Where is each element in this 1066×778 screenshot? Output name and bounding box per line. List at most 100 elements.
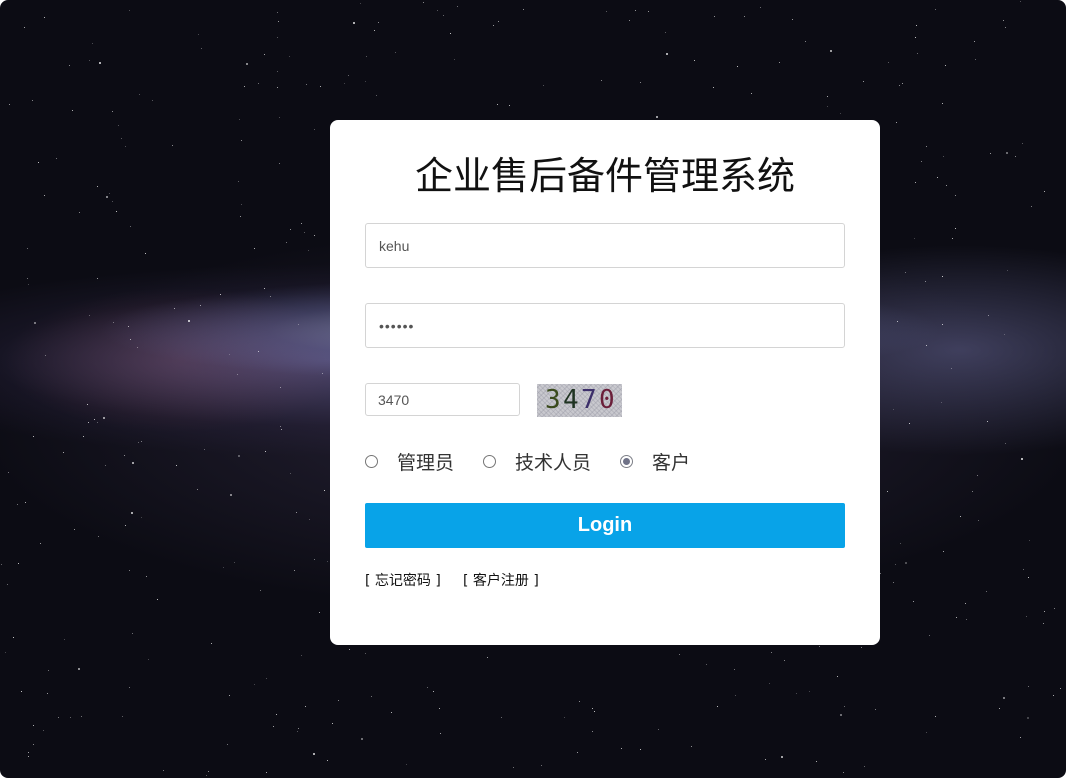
star	[942, 276, 943, 277]
star	[837, 676, 838, 677]
star	[926, 345, 927, 346]
star	[306, 84, 307, 85]
star	[40, 543, 41, 544]
star	[771, 652, 772, 653]
customer-register-link[interactable]: [ 客户注册 ]	[463, 570, 539, 590]
star	[902, 83, 903, 84]
star	[200, 305, 201, 306]
star	[914, 238, 915, 239]
star	[319, 612, 320, 613]
star	[28, 756, 29, 757]
star	[47, 693, 48, 694]
star	[349, 649, 350, 650]
star	[332, 723, 333, 724]
star	[145, 253, 146, 254]
star	[87, 404, 88, 405]
role-radio-admin[interactable]	[365, 454, 378, 468]
star	[513, 767, 514, 768]
star	[280, 426, 281, 427]
star	[840, 113, 841, 114]
star	[137, 347, 138, 348]
star	[223, 567, 224, 568]
star	[917, 53, 918, 54]
star	[241, 204, 242, 205]
star	[843, 772, 844, 773]
star	[279, 117, 280, 118]
star	[706, 664, 707, 665]
star	[112, 111, 113, 112]
star	[132, 633, 133, 634]
star	[1004, 334, 1005, 335]
star	[975, 59, 976, 60]
star	[148, 659, 149, 660]
star	[1003, 697, 1005, 699]
star	[141, 441, 142, 442]
star	[443, 15, 444, 16]
role-option-customer[interactable]: 客户	[620, 448, 690, 474]
star	[864, 766, 865, 767]
star	[779, 62, 780, 63]
star	[988, 315, 989, 316]
star	[999, 708, 1000, 709]
star	[541, 765, 542, 766]
star	[344, 83, 345, 84]
star	[792, 19, 793, 20]
star	[32, 100, 33, 101]
star	[943, 551, 944, 552]
captcha-image[interactable]: 3 4 7 0	[537, 384, 622, 417]
star	[88, 422, 89, 423]
password-input[interactable]	[365, 303, 845, 348]
star	[28, 752, 29, 753]
star	[457, 6, 458, 7]
star	[888, 62, 889, 63]
star	[118, 125, 119, 126]
login-button[interactable]: Login	[365, 503, 845, 548]
star	[827, 96, 828, 97]
star	[765, 759, 766, 760]
forgot-password-link[interactable]: [ 忘记密码 ]	[365, 570, 441, 590]
star	[592, 708, 593, 709]
star	[498, 21, 499, 22]
star	[1044, 611, 1045, 612]
star	[717, 706, 718, 707]
star	[796, 693, 797, 694]
star	[69, 65, 70, 66]
star	[1003, 20, 1004, 21]
star	[861, 647, 862, 648]
star	[308, 250, 309, 251]
star	[105, 465, 106, 466]
star	[629, 20, 630, 21]
star	[258, 83, 259, 84]
star	[737, 66, 738, 67]
star	[905, 562, 907, 564]
star	[72, 110, 73, 111]
star	[543, 85, 544, 86]
star	[125, 146, 126, 147]
role-radio-technician[interactable]	[483, 454, 496, 468]
star	[454, 59, 455, 60]
star	[943, 156, 944, 157]
star	[406, 764, 407, 765]
role-option-technician[interactable]: 技术人员	[483, 448, 591, 474]
role-option-admin[interactable]: 管理员	[365, 448, 454, 474]
star	[89, 60, 90, 61]
star	[945, 65, 946, 66]
star	[290, 473, 291, 474]
star	[1020, 737, 1021, 738]
star	[129, 570, 130, 571]
star	[246, 63, 248, 65]
role-radio-customer[interactable]	[620, 454, 633, 468]
username-input[interactable]	[365, 223, 845, 268]
star	[909, 423, 910, 424]
star	[309, 519, 310, 520]
role-label-admin: 管理员	[397, 451, 455, 474]
star	[266, 772, 267, 773]
star	[433, 691, 434, 692]
captcha-input[interactable]	[365, 383, 520, 416]
star	[895, 564, 896, 565]
star	[13, 637, 14, 638]
star	[827, 106, 828, 107]
star	[265, 451, 266, 452]
star	[121, 138, 122, 139]
star	[1022, 143, 1023, 144]
